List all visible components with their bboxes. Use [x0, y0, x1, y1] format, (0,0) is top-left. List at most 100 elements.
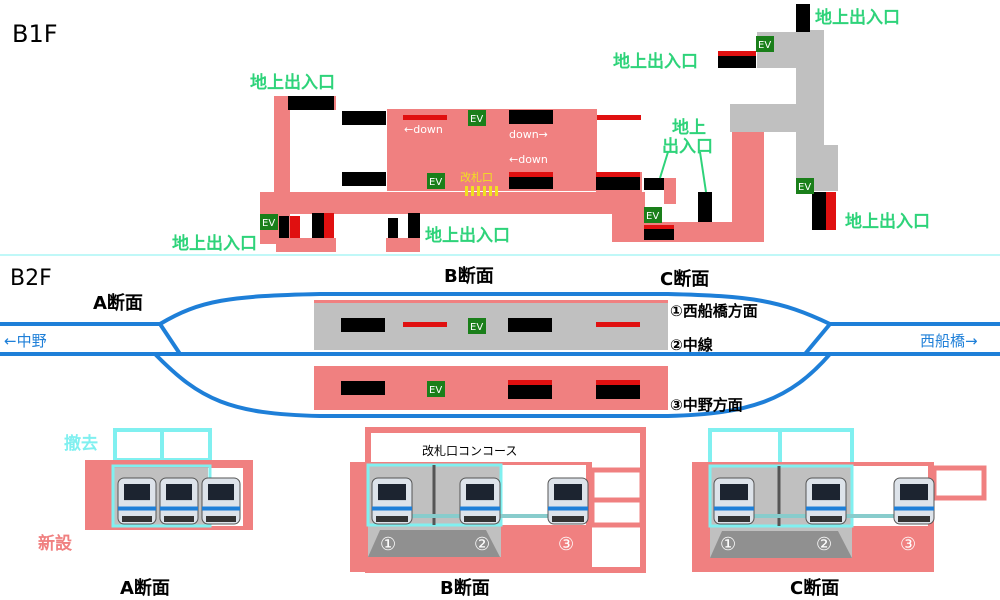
train-stripe: [894, 506, 934, 511]
b1f-concourse: 改札口 ←down down→ ←down EV EV EV EV EV EV …: [172, 4, 930, 254]
svg-text:EV: EV: [470, 322, 483, 333]
stair: [644, 178, 664, 190]
train-window: [166, 484, 192, 501]
b1f-horizontal-passage: [260, 192, 645, 214]
train-window: [554, 484, 582, 501]
b1f-east-block: [612, 192, 645, 242]
section-a-caption: A断面: [120, 577, 170, 599]
svg-text:EV: EV: [758, 40, 771, 51]
elevator-icon: EV: [796, 178, 814, 194]
train-stripe: [202, 506, 240, 511]
stair: [718, 54, 756, 68]
new-room: [931, 465, 987, 501]
exit-label: 地上出入口: [845, 211, 930, 232]
track-number: ③: [558, 534, 574, 555]
stair: [509, 175, 553, 189]
train-window: [812, 484, 840, 501]
stair: [342, 172, 386, 186]
track-number: ①: [720, 534, 736, 555]
train-skirt: [552, 516, 584, 522]
train-window: [208, 484, 234, 501]
train-stripe: [714, 506, 754, 511]
red-marker: [509, 172, 553, 177]
stair: [644, 228, 674, 240]
exit-label: 地上出入口: [250, 72, 335, 93]
exit-label: 地上出入口: [425, 225, 510, 246]
stair: [279, 216, 289, 238]
train-stripe: [806, 506, 846, 511]
track-number: ②: [474, 534, 490, 555]
train-skirt: [810, 516, 842, 522]
section-b-label: B断面: [444, 265, 494, 287]
b1f-sw-exit-floor: [276, 238, 336, 252]
stair: [509, 110, 553, 124]
stair: [796, 4, 810, 32]
elevator-icon: EV: [427, 173, 445, 189]
track-number: ③: [900, 534, 916, 555]
train-skirt: [898, 516, 930, 522]
b1f-title: B1F: [12, 20, 58, 48]
elevator-icon: EV: [756, 36, 774, 52]
b1f-small-block: [664, 178, 676, 204]
exit-label: 地上出入口: [613, 51, 698, 72]
b2f-track-layout: EV EV A断面 B断面 C断面 ←中野 西船橋→ ①西船橋方面 ②中線 ③中…: [0, 265, 1000, 418]
elevator-icon: EV: [644, 207, 662, 223]
b1f-gray-lower: [812, 145, 838, 191]
legend-removed: 撤去: [64, 433, 98, 454]
train-window: [124, 484, 150, 501]
svg-text:EV: EV: [262, 218, 275, 229]
train-stripe: [548, 506, 588, 511]
train-skirt: [122, 516, 152, 522]
direction-left: ←中野: [4, 332, 47, 350]
down-label: ←down: [509, 153, 548, 166]
legend-new: 新設: [38, 533, 73, 554]
stair: [596, 176, 640, 190]
train-stripe: [160, 506, 198, 511]
elevator-icon: EV: [468, 110, 486, 126]
cross-sections: ① ② ③ ① ② ③: [85, 427, 987, 573]
b2f-title: B2F: [10, 266, 52, 291]
train-stripe: [118, 506, 156, 511]
crossover: [158, 322, 182, 356]
svg-text:EV: EV: [470, 114, 483, 125]
station-diagram: B1F 改札口 ←down down→ ←down EV EV EV EV EV…: [0, 4, 1000, 599]
train-stripe: [460, 506, 500, 511]
train-skirt: [164, 516, 194, 522]
b1f-gray-cross: [730, 104, 824, 132]
down-label: ←down: [404, 123, 443, 136]
train-window: [378, 484, 406, 501]
red-marker: [324, 213, 334, 238]
red-marker: [597, 115, 641, 120]
train-skirt: [718, 516, 750, 522]
platform-upper-edge: [314, 300, 668, 303]
svg-text:EV: EV: [646, 211, 659, 222]
train-window: [466, 484, 494, 501]
section-c-caption: C断面: [790, 577, 839, 599]
red-marker: [290, 216, 300, 238]
exit-label-2line-top: 地上: [672, 117, 706, 138]
stair: [698, 192, 712, 222]
track-number: ②: [816, 534, 832, 555]
train-stripe: [372, 506, 412, 511]
elevator-icon: EV: [468, 318, 486, 334]
train-skirt: [464, 516, 496, 522]
crossover: [803, 322, 832, 356]
exit-label-2line-bottom: 出入口: [662, 136, 713, 157]
track-number: ①: [380, 534, 396, 555]
red-marker: [718, 51, 756, 56]
stair: [812, 192, 826, 230]
train-skirt: [206, 516, 236, 522]
exit-label: 地上出入口: [815, 7, 900, 28]
track-1-label: ①西船橋方面: [670, 302, 758, 320]
red-marker: [403, 115, 447, 120]
svg-text:EV: EV: [429, 385, 442, 396]
track-3-label: ③中野方面: [670, 396, 743, 414]
train-window: [900, 484, 928, 501]
stair: [288, 96, 334, 110]
exit-label: 地上出入口: [172, 233, 257, 254]
down-label: down→: [509, 128, 548, 141]
stair: [388, 218, 398, 238]
b1f-s-exit-floor: [386, 238, 420, 252]
track-2-label: ②中線: [670, 336, 713, 354]
svg-text:EV: EV: [798, 182, 811, 193]
